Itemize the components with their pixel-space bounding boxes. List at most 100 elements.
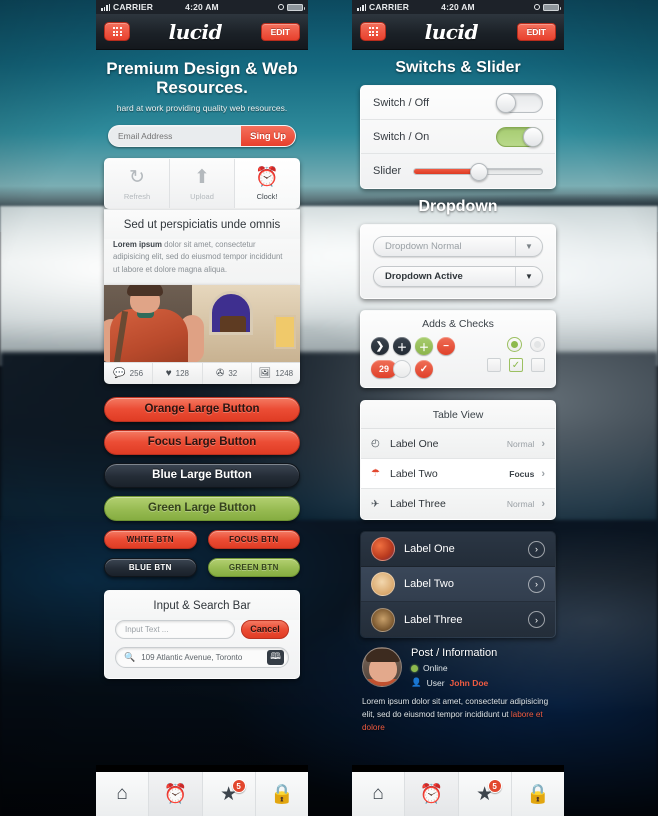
navigation-bar-right: lucid EDIT [352,14,564,50]
post-title: Post / Information [411,647,498,659]
photo-icon: 🖼 [258,367,272,379]
tab-alarm[interactable]: ⏰ [405,772,459,816]
user-name[interactable]: John Doe [450,678,489,688]
table-row[interactable]: ◴ Label One Normal › [361,429,555,459]
list-item[interactable]: Label Three › [361,602,555,637]
email-field[interactable] [109,126,242,147]
chevron-right-icon: › [541,467,545,480]
large-button-group: Orange Large Button Focus Large Button B… [104,396,300,521]
alarm-clock-icon: ⏰ [163,784,188,805]
focus-btn[interactable]: FOCUS BTN [207,529,300,549]
article-title: Sed ut perspiciatis unde omnis [104,209,300,240]
avatar [371,572,395,596]
blue-large-button[interactable]: Blue Large Button [104,462,300,488]
photo-image [104,284,300,362]
chevron-right-icon: › [541,437,545,450]
location-value: 109 Atlantic Avenue, Toronto [141,652,243,662]
tab-alarm[interactable]: ⏰ [149,772,203,816]
adds-checks-card: Adds & Checks ❯ ＋ ＋ − 29 ✓ ✓ [360,310,556,388]
toggle-switch-on[interactable] [496,126,543,147]
signup-button[interactable]: Sing Up [241,126,295,147]
lock-icon: 🔒 [526,784,550,805]
search-input[interactable]: Input Text ... [115,619,235,639]
tab-home[interactable]: ⌂ [96,772,150,816]
upload-icon: ⬆ [194,167,210,189]
tab-star[interactable]: ★ 5 [202,772,256,816]
radio-unchecked[interactable] [530,337,545,352]
checkbox-unchecked-1[interactable] [487,358,501,372]
focus-large-button[interactable]: Focus Large Button [104,429,300,455]
table-view-card: Table View ◴ Label One Normal › ☂ Label … [360,400,556,520]
photo-card: 💬 256 ♥ 128 ✇ 32 🖼 1248 [104,284,300,384]
green-btn[interactable]: GREEN BTN [207,557,300,577]
dropdown-normal[interactable]: Dropdown Normal ▼ [373,236,543,257]
table-row[interactable]: ✈ Label Three Normal › [361,489,555,519]
slider-handle[interactable] [470,162,489,181]
app-brand-title: lucid [424,19,479,44]
checkbox-checked[interactable]: ✓ [509,358,523,372]
clock-action[interactable]: ⏰ Clock! [235,159,299,209]
slider-label: Slider [373,165,402,177]
tab-home[interactable]: ⌂ [352,772,406,816]
airplane-icon: ✈ [371,498,380,510]
minus-red-button[interactable]: − [437,337,455,355]
white-btn[interactable]: WHITE BTN [104,529,197,549]
tab-lock[interactable]: 🔒 [511,772,564,816]
chevron-right-icon: › [541,498,545,510]
table-row[interactable]: ☂ Label Two Focus › [361,459,555,489]
checkbox-unchecked-2[interactable] [531,358,545,372]
arcade-arch [209,290,253,335]
grid-icon[interactable] [104,22,130,41]
photo-stats-bar: 💬 256 ♥ 128 ✇ 32 🖼 1248 [104,361,300,384]
small-button-row-2: BLUE BTN GREEN BTN [104,557,300,577]
upload-action[interactable]: ⬆ Upload [170,159,235,209]
icon-action-row: ↻ Refresh ⬆ Upload ⏰ Clock! [104,158,300,210]
stat-photos[interactable]: 🖼 1248 [252,363,300,384]
refresh-icon: ↻ [129,167,145,189]
empty-circle-button[interactable] [393,360,411,378]
toggle-switch-off[interactable] [496,92,543,113]
list-item[interactable]: Label Two › [361,567,555,602]
online-status-icon [411,664,418,672]
location-search-bar[interactable]: 🔍 109 Atlantic Avenue, Toronto 🕮 [115,646,289,668]
phone-screen-left: CARRIER 4:20 AM lucid EDIT Premium Desig… [96,0,308,816]
slider-control[interactable] [413,162,543,181]
stat-comments[interactable]: 💬 256 [104,362,154,384]
chevron-button[interactable]: ❯ [371,337,389,355]
plus-green-button[interactable]: ＋ [415,337,433,355]
edit-button[interactable]: EDIT [516,22,556,41]
clock-icon: ⏰ [255,167,279,189]
edit-button[interactable]: EDIT [260,22,300,41]
tab-star[interactable]: ★ 5 [458,772,512,816]
plus-dark-button[interactable]: ＋ [393,337,411,355]
green-large-button[interactable]: Green Large Button [104,495,300,521]
list-item[interactable]: Label One › [361,532,555,567]
dark-avatar-list: Label One › Label Two › Label Three › [360,531,556,638]
blue-btn[interactable]: BLUE BTN [104,557,197,577]
switch-off-label: Switch / Off [373,96,430,109]
refresh-action[interactable]: ↻ Refresh [105,159,170,209]
home-icon: ⌂ [116,783,128,804]
article-body: Lorem ipsum dolor sit amet, consectetur … [113,240,283,274]
grid-icon[interactable] [360,22,386,41]
checks-title: Adds & Checks [422,318,494,330]
cancel-button[interactable]: Cancel [241,619,289,639]
input-search-card: Input & Search Bar Input Text ... Cancel… [104,589,300,679]
post-body: Lorem ipsum dolor sit amet, consectetur … [362,697,549,733]
stat-likes[interactable]: ♥ 128 [153,362,203,384]
check-red-button[interactable]: ✓ [415,360,433,378]
chevron-right-icon: › [528,611,545,628]
dropdown-card: Dropdown Normal ▼ Dropdown Active ▼ [360,224,556,299]
radio-checked[interactable] [507,337,522,352]
orange-large-button[interactable]: Orange Large Button [104,396,300,422]
tab-lock[interactable]: 🔒 [255,772,308,816]
user-icon: 👤 [411,677,422,687]
article-lead: Lorem ipsum [113,240,162,250]
hero-section: Premium Design & Web Resources. hard at … [96,50,308,113]
book-icon[interactable]: 🕮 [267,649,284,665]
post-information-section: Post / Information Online 👤 User John Do… [352,638,564,688]
stat-shares[interactable]: ✇ 32 [203,362,252,384]
battery-icon [543,3,561,11]
dropdown-active[interactable]: Dropdown Active ▼ [373,266,543,287]
avatar [362,647,402,687]
